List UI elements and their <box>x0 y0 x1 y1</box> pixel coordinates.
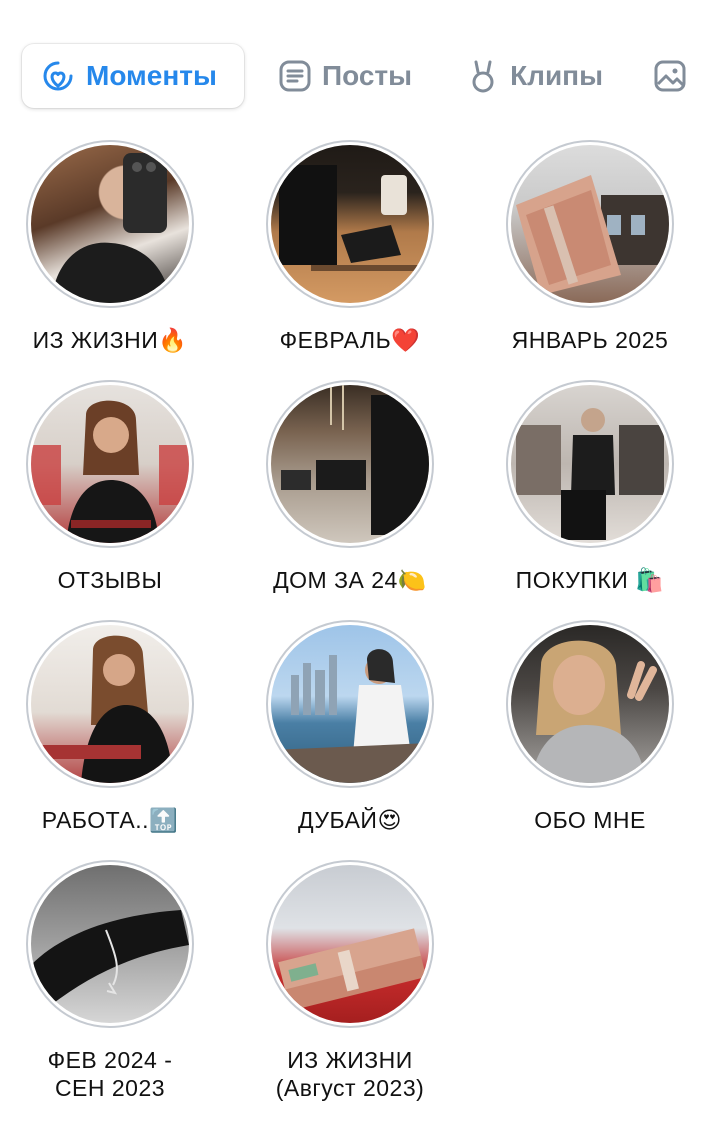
story-item[interactable]: ИЗ ЖИЗНИ (Август 2023) <box>240 860 460 1102</box>
story-cover-ring <box>266 860 434 1028</box>
story-cover-ring <box>26 860 194 1028</box>
story-cover <box>271 145 429 303</box>
story-item[interactable]: РАБОТА..🔝 <box>0 620 220 835</box>
clips-icon <box>466 58 500 94</box>
story-cover <box>31 385 189 543</box>
story-item[interactable]: ПОКУПКИ 🛍️ <box>480 380 700 595</box>
story-title: ФЕВ 2024 - СЕН 2023 <box>47 1047 173 1101</box>
story-item[interactable]: ОБО МНЕ <box>480 620 700 835</box>
story-item[interactable]: ЯНВАРЬ 2025 <box>480 140 700 355</box>
story-title: ОТЗЫВЫ <box>57 567 163 593</box>
story-cover <box>271 385 429 543</box>
story-cover <box>271 625 429 783</box>
story-cover-ring <box>26 380 194 548</box>
story-cover-ring <box>506 620 674 788</box>
story-cover-ring <box>26 620 194 788</box>
story-cover <box>271 865 429 1023</box>
story-title: РАБОТА..🔝 <box>41 807 179 834</box>
story-item[interactable]: ОТЗЫВЫ <box>0 380 220 595</box>
story-title: ДУБАЙ😍 <box>298 807 402 834</box>
story-cover <box>511 385 669 543</box>
tab-moments-label: Моменты <box>86 60 217 91</box>
story-item[interactable]: ДОМ ЗА 24🍋 <box>240 380 460 595</box>
tab-photos[interactable] <box>653 44 697 108</box>
story-cover <box>31 145 189 303</box>
story-cover <box>511 625 669 783</box>
story-cover-ring <box>26 140 194 308</box>
tab-posts[interactable]: Посты <box>278 44 412 108</box>
story-title: ДОМ ЗА 24🍋 <box>273 567 427 594</box>
tab-posts-label: Посты <box>322 60 413 91</box>
story-cover-ring <box>266 380 434 548</box>
story-cover <box>31 625 189 783</box>
story-item[interactable]: ФЕВРАЛЬ❤️ <box>240 140 460 355</box>
tab-clips[interactable]: Клипы <box>466 44 603 108</box>
story-title: ПОКУПКИ 🛍️ <box>515 567 665 594</box>
story-title: ЯНВАРЬ 2025 <box>511 327 669 353</box>
story-item[interactable]: ИЗ ЖИЗНИ🔥 <box>0 140 220 355</box>
story-item[interactable]: ДУБАЙ😍 <box>240 620 460 835</box>
story-title: ИЗ ЖИЗНИ (Август 2023) <box>275 1047 425 1101</box>
tab-moments[interactable]: Моменты <box>22 44 244 108</box>
story-title: ФЕВРАЛЬ❤️ <box>279 327 421 354</box>
photo-icon <box>653 59 687 93</box>
story-title: ИЗ ЖИЗНИ🔥 <box>32 327 188 354</box>
story-title: ОБО МНЕ <box>534 807 646 833</box>
tab-clips-label: Клипы <box>510 60 603 91</box>
tab-bar: Моменты Посты Клипы <box>22 44 697 108</box>
posts-icon <box>278 59 312 93</box>
story-cover <box>31 865 189 1023</box>
story-cover-ring <box>266 140 434 308</box>
story-cover <box>511 145 669 303</box>
story-cover-ring <box>506 380 674 548</box>
heart-circle-icon <box>40 58 76 94</box>
story-cover-ring <box>266 620 434 788</box>
story-item[interactable]: ФЕВ 2024 - СЕН 2023 <box>0 860 220 1102</box>
story-cover-ring <box>506 140 674 308</box>
